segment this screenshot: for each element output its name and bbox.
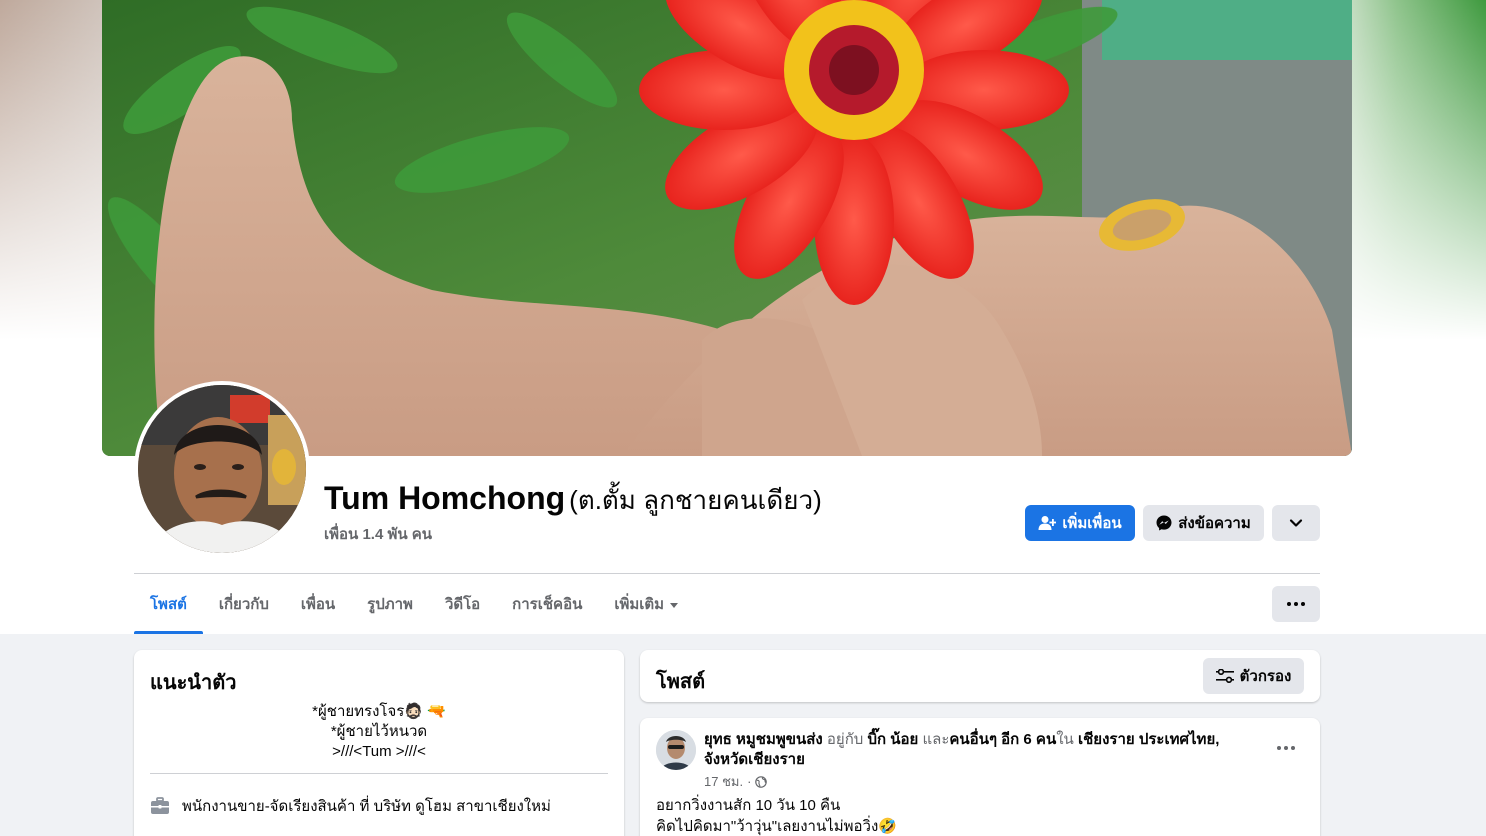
tab-label: เพิ่มเติม [614, 596, 665, 613]
tab-label: เกี่ยวกับ [218, 596, 269, 613]
tab-label: โพสต์ [150, 596, 187, 613]
post-body-line: คิดไปคิดมา"ว้าวุ่น"เลยงานไม่พอวิ่ง🤣 [656, 818, 897, 835]
globe-icon [755, 775, 768, 788]
profile-header-area: Tum Homchong (ต.ตั้ม ลูกชายคนเดียว) เพื่อ… [0, 0, 1486, 634]
post-author-name[interactable]: ยุทธ หมูชมพูขนส่ง [704, 731, 823, 748]
profile-alternate-name: (ต.ตั้ม ลูกชายคนเดียว) [569, 485, 822, 515]
work-text[interactable]: พนักงานขาย-จัดเรียงสินค้า ที่ บริษัท ดูโ… [182, 794, 551, 818]
filter-label: ตัวกรอง [1239, 668, 1292, 685]
more-profile-actions-button[interactable] [1272, 505, 1320, 541]
tab-videos[interactable]: วิดีโอ [429, 574, 496, 634]
post-card: ยุทธ หมูชมพูขนส่ง อยู่กับ บิ๊ก น้อย และค… [640, 718, 1320, 836]
post-author-avatar[interactable] [656, 730, 696, 770]
add-friend-button[interactable]: เพิ่มเพื่อน [1025, 505, 1135, 541]
cover-photo[interactable] [102, 0, 1352, 456]
add-friend-icon [1038, 516, 1057, 530]
bio-line: *ผู้ชายไว้หนวด [330, 723, 428, 740]
cover-photo-image [102, 0, 1352, 456]
post-header: ยุทธ หมูชมพูขนส่ง อยู่กับ บิ๊ก น้อย และค… [704, 730, 1244, 770]
intro-title: แนะนำตัว [150, 672, 237, 694]
profile-display-name: Tum Homchong [324, 480, 566, 516]
tab-checkins[interactable]: การเช็คอิน [496, 574, 598, 634]
post-timestamp[interactable]: 17 ชม. [704, 771, 743, 792]
post-meta: 17 ชม. · [704, 771, 768, 792]
tab-posts[interactable]: โพสต์ [134, 574, 203, 634]
intro-work-row: พนักงานขาย-จัดเรียงสินค้า ที่ บริษัท ดูโ… [150, 794, 551, 818]
caret-down-icon [670, 602, 679, 608]
tab-label: การเช็คอิน [512, 596, 583, 613]
tabs-more-options-button[interactable] [1272, 586, 1320, 622]
bio-line: *ผู้ชายทรงโจร🧔🏻 🔫 [312, 703, 446, 720]
messenger-icon [1156, 515, 1172, 531]
tab-more[interactable]: เพิ่มเติม [598, 574, 694, 634]
post-in-text: ใน [1056, 731, 1074, 748]
friends-count[interactable]: เพื่อน 1.4 พัน คน [324, 522, 432, 546]
add-friend-label: เพิ่มเพื่อน [1062, 515, 1122, 532]
filter-button[interactable]: ตัวกรอง [1203, 658, 1304, 694]
posts-header-card: โพสต์ ตัวกรอง [640, 650, 1320, 702]
briefcase-icon [151, 797, 169, 814]
intro-divider [150, 773, 608, 774]
filter-icon [1215, 669, 1234, 683]
more-options-icon [1287, 602, 1305, 606]
message-button[interactable]: ส่งข้อความ [1143, 505, 1264, 541]
profile-tabs: โพสต์ เกี่ยวกับ เพื่อน รูปภาพ วิดีโอ การ… [134, 574, 694, 634]
posts-section-title: โพสต์ [656, 671, 706, 693]
intro-bio: *ผู้ชายทรงโจร🧔🏻 🔫 *ผู้ชายไว้หนวด >///<Tu… [150, 702, 608, 762]
tab-label: วิดีโอ [444, 596, 481, 613]
tab-photos[interactable]: รูปภาพ [351, 574, 429, 634]
post-body: อยากวิ่งงานสัก 10 วัน 10 คืน คิดไปคิดมา"… [656, 795, 1296, 836]
message-label: ส่งข้อความ [1178, 515, 1251, 532]
tab-label: เพื่อน [300, 596, 336, 613]
post-others-link[interactable]: คนอื่นๆ อีก 6 คน [949, 731, 1056, 748]
intro-card: แนะนำตัว *ผู้ชายทรงโจร🧔🏻 🔫 *ผู้ชายไว้หนว… [134, 650, 624, 836]
profile-name: Tum Homchong (ต.ตั้ม ลูกชายคนเดียว) [324, 480, 822, 521]
post-and-text: และ [922, 731, 950, 748]
post-tagged-name[interactable]: บิ๊ก น้อย [867, 731, 918, 748]
bio-line: >///<Tum >///< [332, 743, 426, 760]
more-options-icon [1270, 738, 1302, 758]
tab-about[interactable]: เกี่ยวกับ [203, 574, 285, 634]
tab-label: รูปภาพ [367, 596, 413, 613]
post-author-avatar-image [656, 730, 696, 770]
post-body-line: อยากวิ่งงานสัก 10 วัน 10 คืน [656, 797, 841, 814]
profile-picture-ring[interactable] [134, 381, 310, 557]
avatar-image [138, 385, 306, 553]
meta-separator: · [747, 774, 752, 789]
chevron-down-icon [1289, 519, 1303, 527]
post-with-text: อยู่กับ [826, 731, 864, 748]
avatar[interactable] [138, 385, 306, 553]
tab-friends[interactable]: เพื่อน [285, 574, 351, 634]
post-options-button[interactable] [1270, 738, 1302, 758]
